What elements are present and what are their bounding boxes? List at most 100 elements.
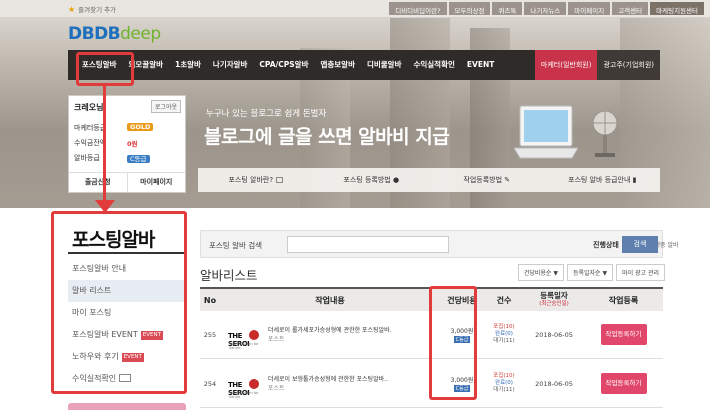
add-favorite-label: 즐겨찾기 추가 [78, 6, 117, 14]
row-date: 2018-06-05 [535, 379, 573, 388]
withdraw-button[interactable]: 출금신청 [69, 173, 128, 192]
sort-by-date-button[interactable]: 등록일자순 ▼ [566, 264, 614, 281]
register-job-button[interactable]: 작업등록하기 [600, 324, 647, 345]
row-register: 작업등록하기 [584, 373, 663, 394]
banner-menu-about[interactable]: 포스팅 알바란? [198, 175, 314, 185]
bar-chart-icon: ▮ [630, 176, 637, 184]
logo-subtext: Total Solution for Senior [229, 390, 259, 399]
toplink-store[interactable]: 모두의상점 [448, 2, 491, 15]
banner-menu-grade-label: 포스팅 알바 등급안내 [568, 176, 631, 184]
row-register: 작업등록하기 [584, 324, 663, 345]
laptop-illustration [514, 105, 578, 159]
col-register: 작업등록 [608, 295, 639, 305]
balance-value: 0원 [127, 140, 138, 148]
banner-menu: 포스팅 알바란? 포스팅 등록방법 ● 작업등록방법 ✎ 포스팅 알바 등급안내… [198, 168, 660, 192]
user-name: 크레오님 [74, 103, 104, 112]
logo-mark [249, 378, 259, 389]
row-date: 2018-06-05 [535, 330, 573, 339]
sidebar-bottom-banner[interactable] [68, 403, 186, 410]
my-ad-manage-button[interactable]: 마이 광고 관리 [616, 264, 665, 281]
nav-reporter-alba[interactable]: 나기자알바 [207, 50, 254, 80]
toplink-support[interactable]: 고객센터 [612, 2, 649, 15]
top-utility-bar: ★ 즐겨찾기 추가 디비디비딥이란? 모두의상점 퀴즈톡 나기자뉴스 마이페이지… [0, 0, 710, 18]
count-collect: 포집(10) [493, 373, 515, 379]
nav-1sec-alba[interactable]: 1초알바 [169, 50, 207, 80]
nav-earnings[interactable]: 수익실적확인 [407, 50, 460, 80]
nav-dbcool-alba[interactable]: 디비쿨알바 [361, 50, 408, 80]
count-done: 완료(0) [495, 331, 513, 337]
banner-title: 블로그에 글을 쓰면 알바비 지급 [204, 126, 450, 148]
alba-grade-label: 알바등급 [74, 154, 100, 162]
alba-grade-value: C등급 [127, 153, 150, 163]
highlight-nav-posting [76, 52, 134, 86]
banner-menu-grade[interactable]: 포스팅 알바 등급안내 ▮ [545, 175, 661, 185]
count-wait: 대기(11) [493, 338, 515, 344]
status-label: 진행상태 [593, 241, 619, 249]
toplink-marketing-center[interactable]: 마케팅지원센터 [650, 2, 704, 15]
monitor-icon [276, 177, 284, 183]
job-category: 포스트 [268, 335, 285, 343]
col-date-note: (최근승인일) [539, 301, 569, 307]
nav-app-alba[interactable]: 앱충보알바 [314, 50, 361, 80]
balance-label: 수익금잔액 [74, 139, 107, 147]
toplink-news[interactable]: 나기자뉴스 [524, 2, 567, 15]
seroi-logo: THE SEROI Total Solution for Senior [226, 317, 264, 352]
login-actions: 출금신청 마이페이지 [69, 172, 185, 192]
col-count: 건수 [496, 295, 512, 305]
search-bar: 포스팅 알바 검색 진행상태 진행중 알바 검색 [200, 230, 679, 258]
banner-menu-howto-label: 포스팅 등록방법 [343, 176, 391, 184]
search-input[interactable] [287, 236, 449, 253]
count-collect: 포집(10) [493, 324, 515, 330]
col-date-label: 등록일자 [540, 291, 568, 300]
list-title: 알바리스트 [200, 268, 258, 283]
mypage-button[interactable]: 마이페이지 [128, 173, 186, 192]
toplink-mypage[interactable]: 마이페이지 [568, 2, 611, 15]
job-title: 더세로이 롤가세포가승성형에 관한한 포스팅알바. [268, 326, 392, 334]
banner-menu-howto[interactable]: 포스팅 등록방법 ● [314, 175, 430, 185]
star-icon: ★ [68, 4, 76, 14]
count-wait: 대기(11) [493, 387, 515, 393]
sort-by-fee-button[interactable]: 건당비용순 ▼ [517, 264, 564, 281]
nav-cpa-alba[interactable]: CPA/CPS알바 [253, 50, 314, 80]
sort-buttons: 건당비용순 ▼ 등록일자순 ▼ 마이 광고 관리 [517, 264, 665, 281]
col-date: 등록일자 (최근승인일) [524, 292, 584, 308]
marketer-button[interactable]: 마케터(일반회원) [534, 50, 598, 80]
job-title: 더세로이 보형툴가승성형에 관한한 포스팅알바.. [268, 375, 388, 383]
toplink-about[interactable]: 디비디비딥이란? [389, 2, 447, 15]
add-favorite-link[interactable]: ★ 즐겨찾기 추가 [68, 4, 117, 15]
nav-member-switch: 마케터(일반회원) 광고주(기업회원) [534, 50, 660, 80]
register-job-button[interactable]: 작업등록하기 [600, 373, 647, 394]
advertiser-button[interactable]: 광고주(기업회원) [597, 50, 660, 80]
site-logo[interactable]: DBDBdeep [68, 24, 161, 44]
logout-button[interactable]: 로그아웃 [150, 100, 181, 113]
job-category: 포스트 [268, 384, 285, 392]
search-label: 포스팅 알바 검색 [209, 241, 263, 250]
row-no: 254 [203, 379, 217, 388]
job-description[interactable]: 더세로이 보형툴가승성형에 관한한 포스팅알바.. 포스트 [268, 375, 388, 393]
row-job: THE SEROI Total Solution for Senior 더세로이… [220, 366, 440, 401]
login-box: 크레오님 로그아웃 마케터등급 GOLD 수익금잔액 0원 알바등급 C등급 출… [68, 95, 186, 193]
banner-subtitle: 누구나 있는 블로그로 쉽게 돈벌자 [206, 109, 327, 119]
count-done: 완료(0) [495, 380, 513, 386]
logo-part-dbdb: DBDB [68, 24, 121, 44]
logo-subtext: Total Solution for Senior [229, 341, 259, 350]
gold-badge: GOLD [127, 123, 154, 131]
marketer-grade-value: GOLD [127, 123, 154, 131]
marketer-grade-label: 마케터등급 [74, 124, 107, 132]
job-description[interactable]: 더세로이 롤가세포가승성형에 관한한 포스팅알바. 포스트 [268, 326, 392, 344]
search-button[interactable]: 검색 [622, 236, 658, 253]
highlight-fee-column [429, 286, 477, 400]
row-count: 포집(10) 완료(0) 대기(11) [484, 324, 524, 345]
nav-event[interactable]: EVENT [461, 50, 500, 80]
top-links: 디비디비딥이란? 모두의상점 퀴즈톡 나기자뉴스 마이페이지 고객센터 마케팅지… [389, 2, 704, 15]
logo-mark [249, 329, 259, 340]
banner-menu-register[interactable]: 작업등록방법 ✎ [429, 175, 545, 185]
edit-icon: ✎ [502, 176, 511, 184]
grade-badge: C등급 [127, 155, 150, 163]
row-no: 255 [203, 330, 217, 339]
banner-menu-about-label: 포스팅 알바란? [228, 176, 274, 184]
highlight-sidebar [51, 211, 187, 394]
toplink-quiz[interactable]: 퀴즈톡 [492, 2, 523, 15]
annotation-arrow-line [103, 86, 106, 206]
col-no: No [203, 295, 217, 305]
